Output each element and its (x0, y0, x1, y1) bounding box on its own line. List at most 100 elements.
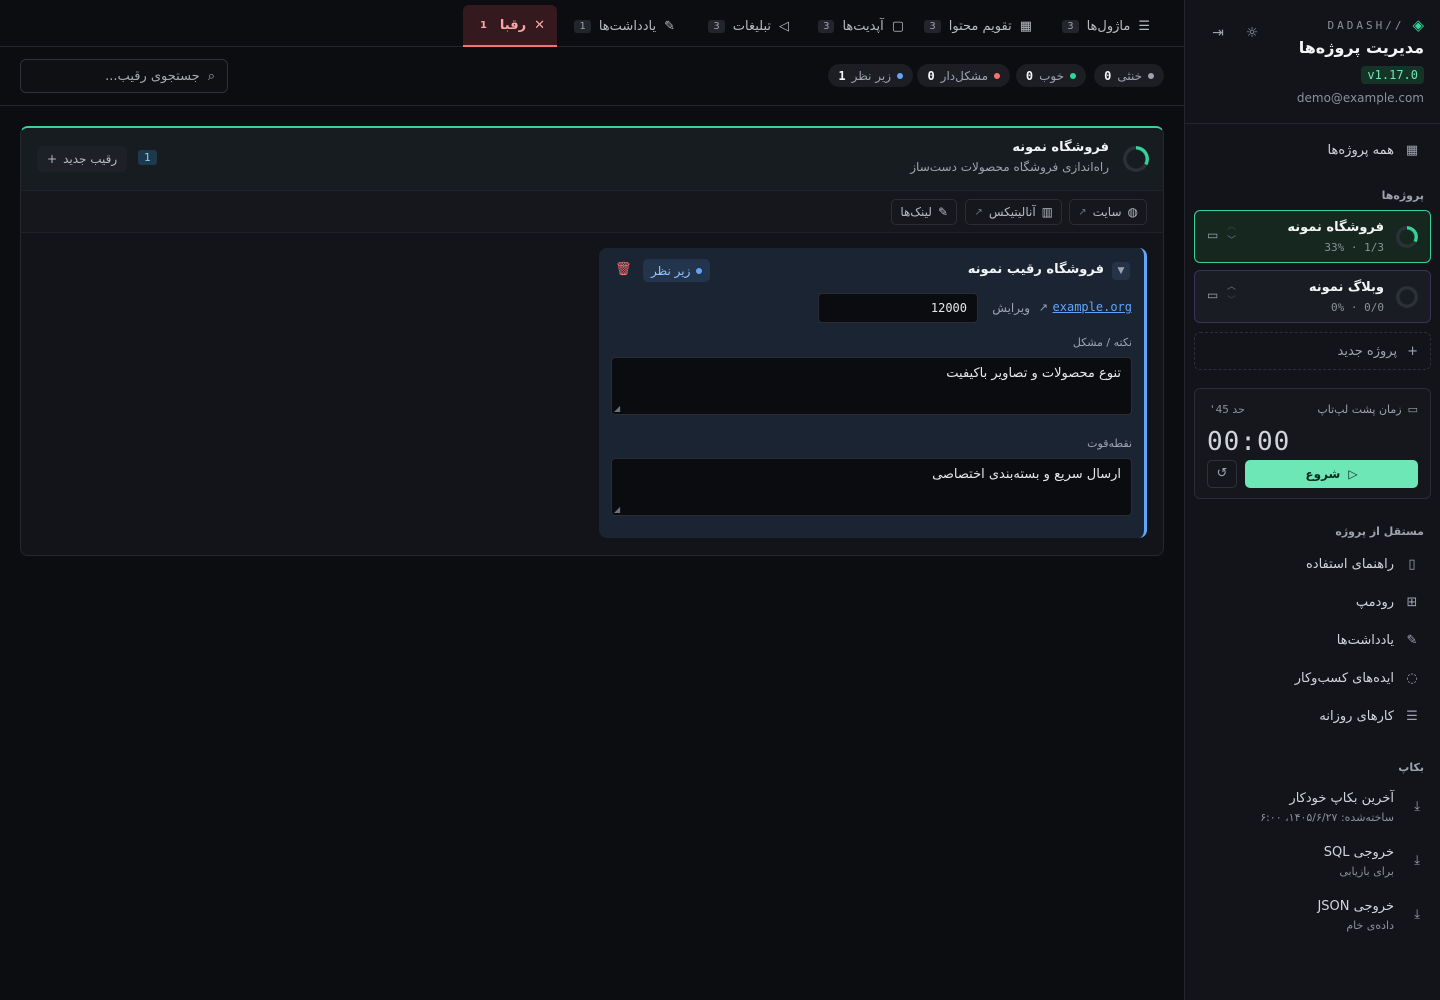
filter-neutral-count: 0 (1104, 68, 1112, 83)
chevron-down-icon[interactable]: ﹀ (1227, 294, 1236, 308)
swords-icon: ✕ (534, 17, 545, 33)
link-analytics-button[interactable]: ▥ آنالیتیکس ↗ (965, 199, 1062, 225)
tab-competitors-label: رقبا (499, 17, 527, 33)
tab-updates[interactable]: ▢ آپدیت‌ها 3 (806, 5, 916, 47)
tab-updates-label: آپدیت‌ها (842, 18, 884, 34)
status-badge[interactable]: زیر نظر (643, 259, 711, 282)
nav-roadmap-label: رودمپ (1355, 594, 1394, 610)
status-dot (696, 267, 703, 274)
chevron-down-icon[interactable]: ▼ (1112, 262, 1130, 280)
globe-icon: ◍ (1127, 205, 1138, 219)
tab-competitors[interactable]: ✕ رقبا 1 (462, 5, 557, 47)
filter-watching-label: زیر نظر (851, 68, 891, 83)
nav-guide[interactable]: ▯ راهنمای استفاده (1193, 548, 1432, 580)
timer-limit-prefix: حد (1232, 403, 1245, 416)
filter-watching[interactable]: زیر نظر 1 (828, 64, 913, 87)
project-item-active[interactable]: فروشگاه نمونه 33% · 1/3 ︿ ﹀ ▭ (1194, 210, 1431, 263)
search-input[interactable] (49, 68, 200, 84)
reorder-arrows[interactable]: ︿ ﹀ (1227, 220, 1236, 248)
competitor-name: فروشگاه رقیب نمونه (967, 262, 1104, 277)
toolbar: خنثی 0 خوب 0 مشکل‌دار 0 زیر نظر 1 ⌕ (0, 47, 1184, 106)
timer-start-button[interactable]: ▷ شروع (1245, 460, 1418, 488)
status-dot (1070, 72, 1076, 79)
resize-grip-icon[interactable]: ◢ (614, 404, 620, 413)
download-icon: ⤓ (1414, 853, 1420, 868)
download-icon: ⤓ (1414, 907, 1420, 922)
filter-good[interactable]: خوب 0 (1015, 64, 1086, 87)
edit-url-button[interactable]: ویرایش (992, 301, 1030, 315)
backup-sql[interactable]: ⤓ خروجی SQL برای بازیابی (1201, 845, 1424, 885)
archive-icon[interactable]: ▭ (1207, 228, 1218, 242)
tab-content-calendar-label: تقویم محتوا (948, 18, 1012, 34)
strength-text: ارسال سریع و بسته‌بندی اختصاصی (932, 467, 1121, 482)
tab-ads-label: تبلیغات (732, 18, 771, 34)
nav-all-projects[interactable]: ▦ همه پروژه‌ها (1193, 134, 1432, 166)
archive-icon[interactable]: ▭ (1207, 288, 1218, 302)
project-progress-ring (1396, 286, 1418, 308)
new-project-button[interactable]: + پروژه جدید (1194, 332, 1431, 370)
filter-neutral[interactable]: خنثی 0 (1094, 64, 1164, 87)
logout-icon[interactable]: ⇥ (1207, 22, 1229, 44)
search-box[interactable]: ⌕ (20, 59, 228, 93)
chart-icon: ▥ (1041, 205, 1053, 219)
reorder-arrows[interactable]: ︿ ﹀ (1227, 280, 1236, 308)
chevron-up-icon[interactable]: ︿ (1227, 220, 1236, 234)
sidebar-header: ◈ //DADASH مدیریت پروژه‌ها v1.17.0 demo@… (1185, 0, 1440, 124)
backup-json[interactable]: ⤓ خروجی JSON داده‌ی خام (1201, 899, 1424, 939)
link-analytics-label: آنالیتیکس (988, 205, 1036, 219)
note-label: نکته / مشکل (1072, 336, 1132, 349)
timer-start-label: شروع (1305, 467, 1341, 481)
price-field[interactable]: 12000 (818, 293, 978, 323)
backup-sql-sub: برای بازیابی (1339, 865, 1394, 878)
external-link-icon[interactable]: ↗ (1039, 301, 1048, 314)
note-textarea[interactable]: تنوع محصولات و تصاویر باکیفیت ◢ (611, 357, 1132, 415)
filter-problematic[interactable]: مشکل‌دار 0 (917, 64, 1010, 87)
chevron-down-icon[interactable]: ﹀ (1227, 234, 1236, 248)
nav-notes[interactable]: ✎ یادداشت‌ها (1193, 624, 1432, 656)
new-competitor-button[interactable]: رقیب جدید + (37, 146, 128, 172)
independent-section-label: مستقل از پروژه (1335, 525, 1424, 538)
nav-roadmap[interactable]: ⊞ رودمپ (1193, 586, 1432, 618)
filter-problematic-count: 0 (927, 68, 935, 83)
nav-business-ideas[interactable]: ◌ ایده‌های کسب‌وکار (1193, 662, 1432, 694)
edit-links-button[interactable]: ✎ لینک‌ها (891, 199, 957, 225)
grid-icon: ▦ (1405, 142, 1419, 158)
layers-icon: ◈ (1412, 16, 1424, 34)
edit-links-label: لینک‌ها (900, 205, 932, 219)
link-site-button[interactable]: ◍ سایت ↗ (1069, 199, 1147, 225)
nav-daily-tasks[interactable]: ☰ کارهای روزانه (1193, 700, 1432, 732)
section-tabs: ☰ ماژول‌ها 3 ▦ تقویم محتوا 3 ▢ آپدیت‌ها … (0, 0, 1184, 47)
nav-guide-label: راهنمای استفاده (1305, 556, 1394, 572)
map-icon: ⊞ (1406, 594, 1418, 610)
project-panel-header: فروشگاه نمونه راه‌اندازی فروشگاه محصولات… (21, 128, 1163, 190)
chevron-up-icon[interactable]: ︿ (1227, 280, 1236, 294)
project-progress-ring (1123, 146, 1149, 172)
play-icon: ▷ (1348, 467, 1358, 481)
tab-ads[interactable]: ◁ تبلیغات 3 (696, 5, 801, 47)
status-dot (1148, 72, 1154, 79)
trash-icon[interactable]: 🗑 (615, 262, 632, 277)
laptop-icon: ▭ (1407, 403, 1418, 416)
new-competitor-label: رقیب جدید (63, 152, 118, 166)
tab-competitors-count: 1 (479, 19, 487, 31)
status-dot (994, 72, 1000, 79)
tab-content-calendar[interactable]: ▦ تقویم محتوا 3 (912, 5, 1044, 47)
strength-textarea[interactable]: ارسال سریع و بسته‌بندی اختصاصی ◢ (611, 458, 1132, 516)
theme-toggle-sun-icon[interactable]: ☼ (1241, 22, 1263, 44)
tab-content-calendar-count: 3 (924, 19, 941, 33)
filter-problematic-label: مشکل‌دار (940, 68, 988, 83)
tab-modules[interactable]: ☰ ماژول‌ها 3 (1050, 5, 1162, 47)
strength-label: نقطه‌قوت (1087, 437, 1132, 450)
checklist-icon: ☰ (1406, 708, 1418, 724)
project-name: فروشگاه نمونه (1287, 220, 1384, 235)
project-item[interactable]: وبلاگ نمونه 0% · 0/0 ︿ ﹀ ▭ (1194, 270, 1431, 323)
tab-notes[interactable]: ✎ یادداشت‌ها 1 (562, 5, 687, 47)
timer-label-row: ▭ زمان پشت لپ‌تاپ (1317, 403, 1418, 416)
backup-auto[interactable]: ⤓ آخرین بکاپ خودکار ساخته‌شده: ۱۴۰۵/۶/۲۷… (1201, 791, 1424, 831)
notes-icon: ✎ (1406, 632, 1418, 648)
timer-label: زمان پشت لپ‌تاپ (1317, 403, 1402, 416)
brand: ◈ //DADASH (1327, 16, 1424, 34)
resize-grip-icon[interactable]: ◢ (614, 505, 620, 514)
competitor-url-link[interactable]: example.org (1053, 300, 1132, 314)
timer-reset-icon[interactable]: ↺ (1207, 460, 1237, 488)
